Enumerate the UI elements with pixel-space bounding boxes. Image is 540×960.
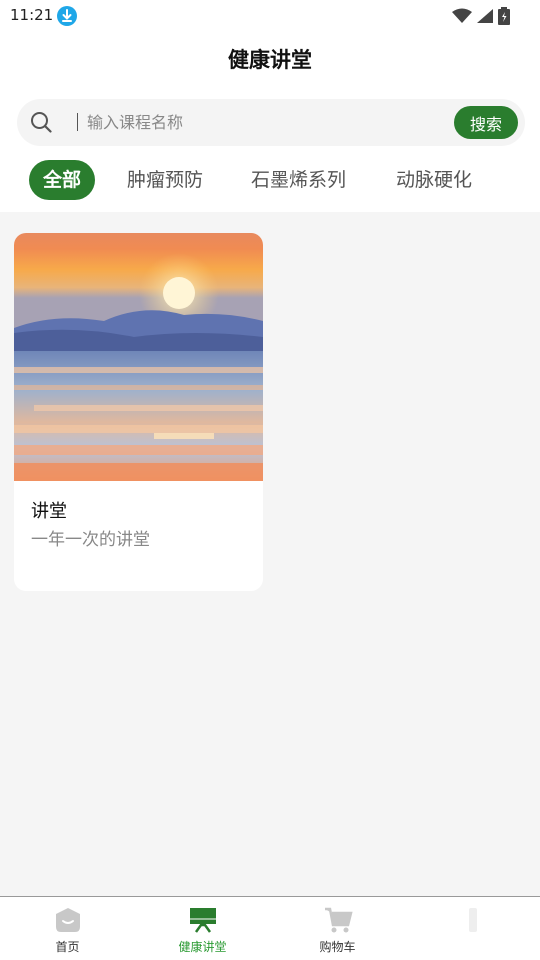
profile-icon: [468, 908, 477, 932]
search-icon: [31, 112, 52, 133]
search-button[interactable]: 搜索: [454, 106, 518, 139]
battery-icon: [498, 7, 510, 25]
search-divider: [77, 113, 78, 131]
status-icons: [452, 6, 510, 26]
tab-tumor-prevention[interactable]: 肿瘤预防: [127, 160, 203, 200]
course-title: 讲堂: [31, 501, 67, 522]
nav-label-lecture: 健康讲堂: [178, 940, 227, 954]
download-notification-icon: [57, 6, 77, 26]
search-bar: 搜索: [17, 99, 525, 146]
nav-item-lecture[interactable]: 健康讲堂: [135, 897, 270, 960]
bottom-nav: 首页 健康讲堂 购物车: [0, 896, 540, 960]
page-title: 健康讲堂: [228, 48, 312, 72]
search-input[interactable]: [87, 108, 447, 137]
nav-label-home: 首页: [55, 940, 80, 954]
tab-arteriosclerosis[interactable]: 动脉硬化: [396, 160, 472, 200]
status-time: 11:21: [10, 6, 54, 24]
cart-icon: [324, 907, 353, 933]
nav-item-home[interactable]: 首页: [0, 897, 135, 960]
wifi-icon: [452, 8, 472, 23]
home-icon: [55, 908, 80, 932]
nav-item-profile[interactable]: [405, 897, 540, 960]
signal-icon: [477, 9, 493, 23]
top-area: 11:21 健康讲堂 搜索 全部 肿瘤预防 石墨烯系列 动脉硬化: [0, 0, 540, 212]
status-bar: 11:21: [0, 0, 540, 32]
course-card[interactable]: 讲堂 一年一次的讲堂: [14, 233, 263, 591]
course-cover-image: [14, 233, 263, 481]
nav-item-cart[interactable]: 购物车: [270, 897, 405, 960]
tab-graphene-series[interactable]: 石墨烯系列: [251, 160, 346, 200]
nav-label-cart: 购物车: [319, 940, 356, 954]
category-tabs: 全部 肿瘤预防 石墨烯系列 动脉硬化: [0, 160, 540, 208]
tab-all[interactable]: 全部: [29, 160, 96, 200]
lecture-board-icon: [189, 908, 216, 933]
course-subtitle: 一年一次的讲堂: [31, 530, 150, 550]
